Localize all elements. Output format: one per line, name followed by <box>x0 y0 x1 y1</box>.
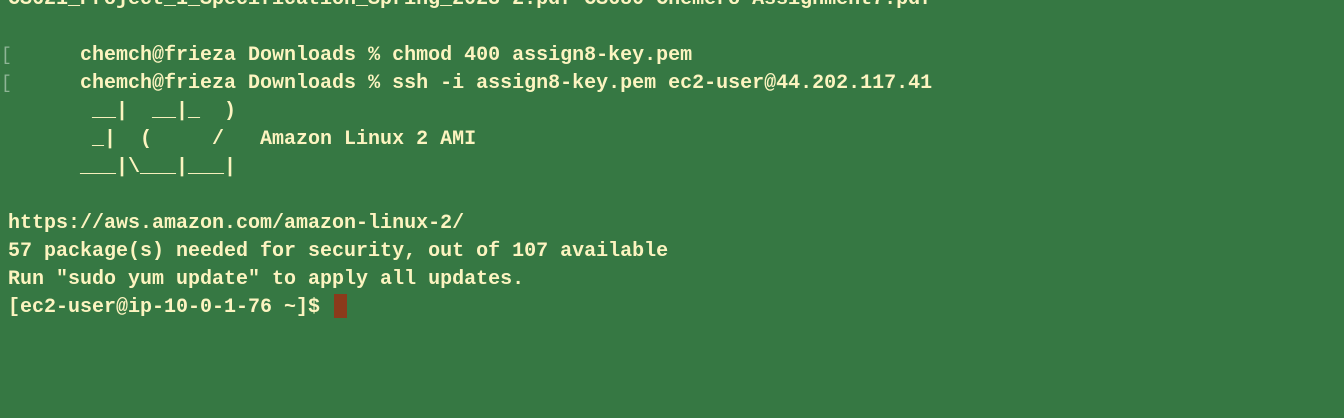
terminal-output: CS621_Project_1_Specification_Spring_202… <box>1 0 932 322</box>
ascii-banner-line-3: ___|\___|___| <box>8 156 237 179</box>
terminal-window[interactable]: CS621_Project_1_Specification_Spring_202… <box>0 0 1344 418</box>
ascii-banner-line-2: _| ( / Amazon Linux 2 AMI <box>8 128 477 151</box>
terminal-line-previous-output: CS621_Project_1_Specification_Spring_202… <box>8 0 932 14</box>
ascii-banner-line-1: __| __|_ ) <box>8 100 237 123</box>
terminal-line-url: https://aws.amazon.com/amazon-linux-2/ <box>8 212 465 235</box>
prompt-marker: [ <box>1 74 12 94</box>
terminal-line-update-hint: Run "sudo yum update" to apply all updat… <box>8 268 525 291</box>
prompt-marker: [ <box>1 46 12 66</box>
terminal-line-chmod-command: [chemch@frieza Downloads % chmod 400 ass… <box>1 14 932 67</box>
terminal-line-package-notice: 57 package(s) needed for security, out o… <box>8 240 669 263</box>
text-cursor <box>334 294 348 318</box>
shell-prompt: [ec2-user@ip-10-0-1-76 ~]$ <box>8 296 333 319</box>
terminal-prompt-line[interactable]: [ec2-user@ip-10-0-1-76 ~]$ <box>8 294 932 322</box>
